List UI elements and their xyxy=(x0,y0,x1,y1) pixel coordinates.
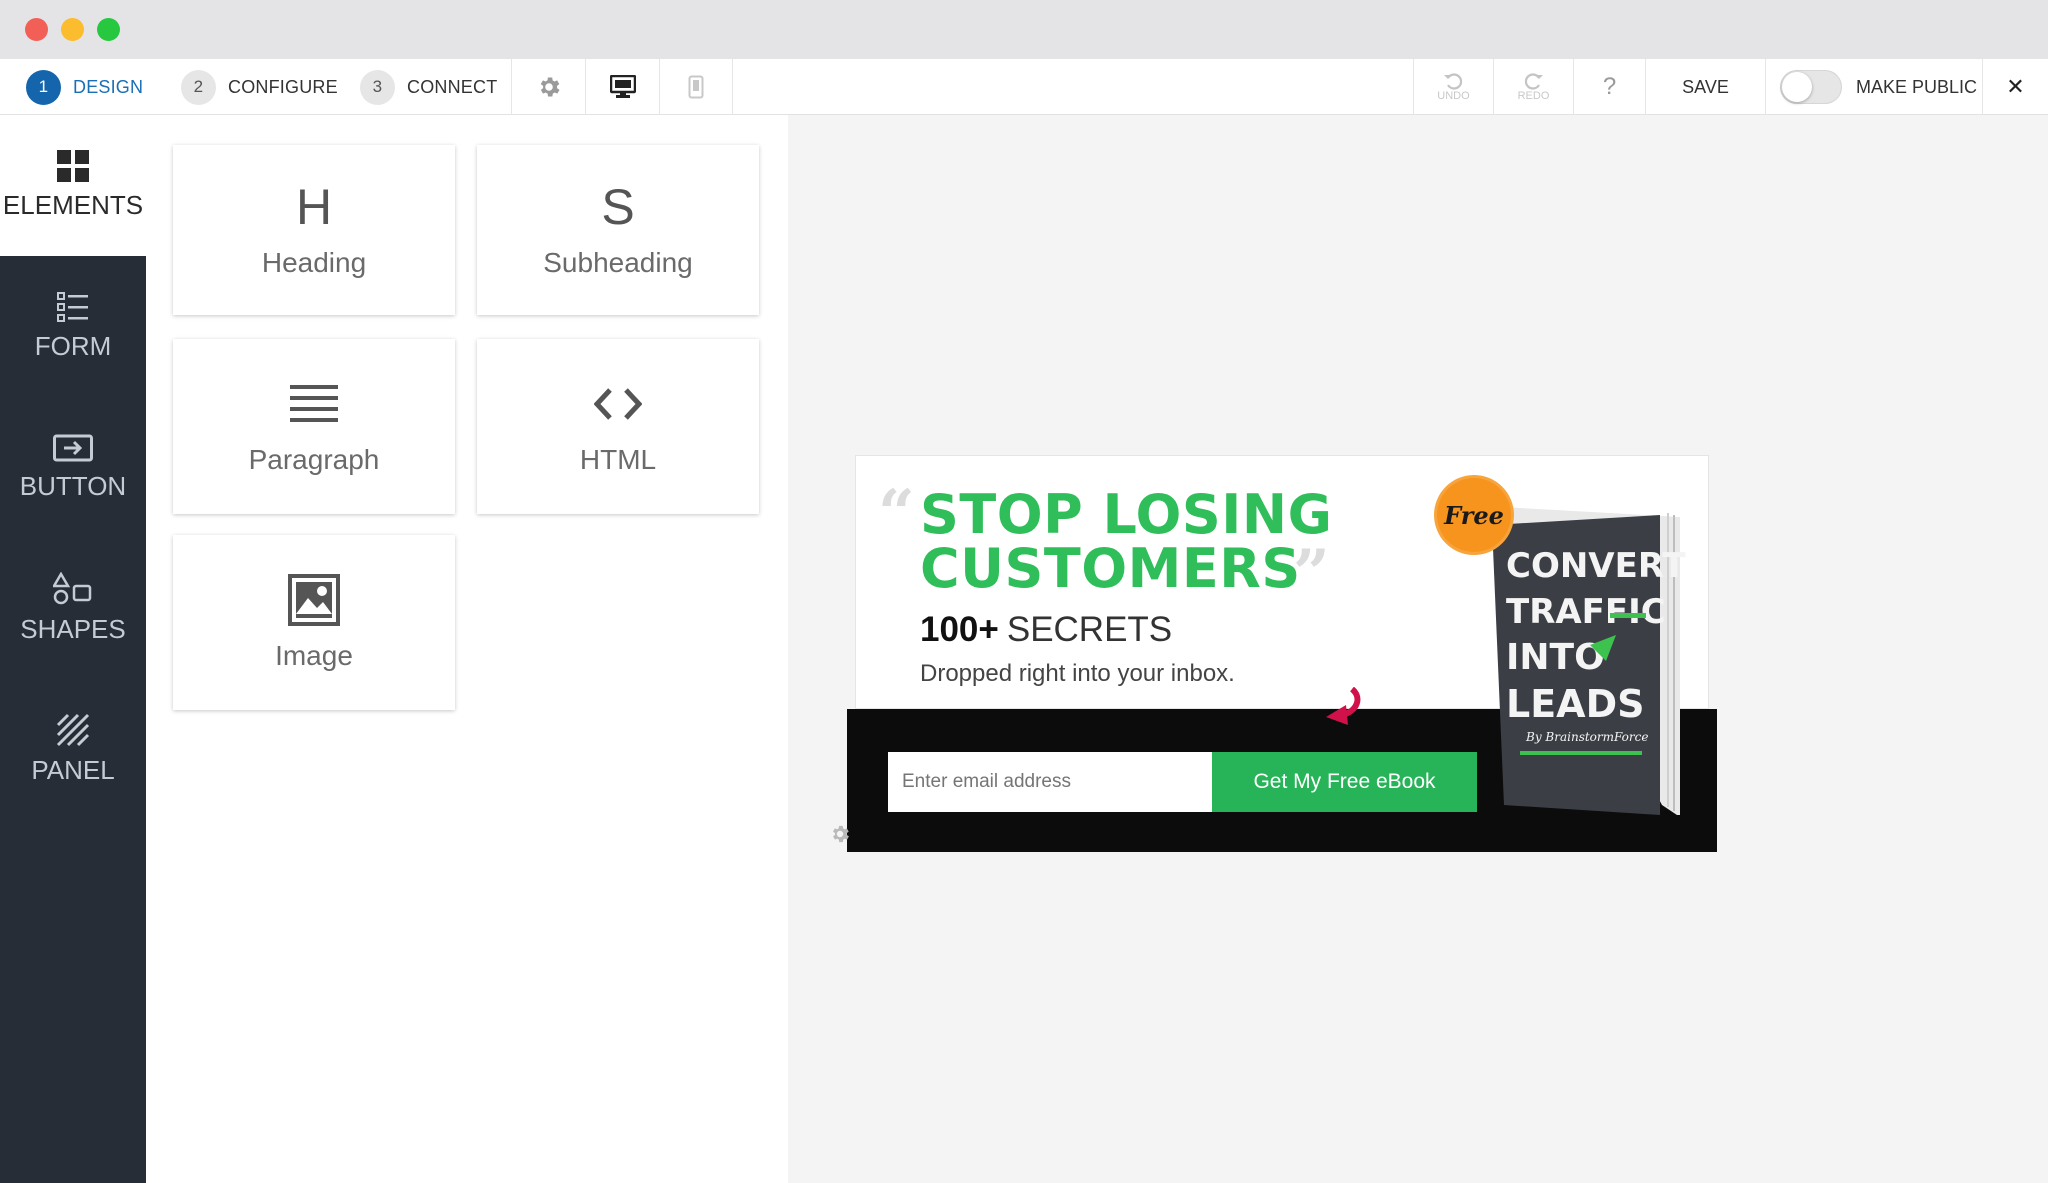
code-brackets-icon xyxy=(594,387,642,420)
minimize-window-button[interactable] xyxy=(61,18,84,41)
paragraph-lines-icon xyxy=(290,384,338,422)
save-button[interactable]: SAVE xyxy=(1645,59,1765,115)
sidebar-item-form[interactable]: FORM xyxy=(0,256,146,397)
undo-icon xyxy=(1444,73,1463,90)
save-label: SAVE xyxy=(1682,76,1729,97)
element-subheading[interactable]: S Subheading xyxy=(477,145,759,315)
desktop-view-button[interactable] xyxy=(585,59,659,115)
email-input[interactable] xyxy=(888,752,1213,812)
mobile-view-button[interactable] xyxy=(659,59,733,115)
sidebar-item-panel[interactable]: PANEL xyxy=(0,679,146,820)
sidebar-item-label: SHAPES xyxy=(20,614,126,644)
step-number: 3 xyxy=(360,69,395,105)
optin-description[interactable]: Dropped right into your inbox. xyxy=(920,660,1235,688)
left-sidebar: ELEMENTS FORM BUTTON SHAPES PANEL xyxy=(0,115,146,1183)
headline-line: CUSTOMERS xyxy=(920,537,1301,600)
mobile-icon xyxy=(688,75,704,99)
book-title-line: LEADS xyxy=(1506,682,1645,726)
close-icon: ✕ xyxy=(2006,74,2025,99)
book-title-line: TRAFFIC xyxy=(1506,592,1666,632)
element-label: Subheading xyxy=(543,247,693,278)
zoom-window-button[interactable] xyxy=(97,18,120,41)
book-author: By BrainstormForce xyxy=(1525,730,1648,744)
sub-bold: 100+ xyxy=(920,610,999,649)
step-number: 1 xyxy=(26,69,61,105)
optin-subheading[interactable]: 100+ SECRETS xyxy=(920,610,1172,650)
sidebar-item-label: BUTTON xyxy=(19,471,127,501)
undo-label: UNDO xyxy=(1437,90,1470,102)
desktop-icon xyxy=(609,75,636,98)
ebook-cover-image: CONVERT TRAFFIC INTO LEADS By Brainstorm… xyxy=(1492,507,1687,815)
image-icon xyxy=(288,573,340,626)
redo-button[interactable]: REDO xyxy=(1493,59,1573,115)
step-number: 2 xyxy=(181,69,216,105)
headline-line: STOP LOSING xyxy=(920,483,1333,546)
settings-button[interactable] xyxy=(511,59,585,115)
step-design[interactable]: 1 DESIGN xyxy=(26,59,143,115)
sidebar-item-label: PANEL xyxy=(31,755,115,785)
step-label: CONFIGURE xyxy=(228,76,338,97)
optin-headline[interactable]: STOP LOSING CUSTOMERS xyxy=(920,488,1332,596)
redo-icon xyxy=(1524,73,1543,90)
panel-hatch-icon xyxy=(56,713,90,747)
element-heading[interactable]: H Heading xyxy=(173,145,455,315)
top-toolbar: 1 DESIGN 2 CONFIGURE 3 CONNECT UNDO REDO… xyxy=(0,59,2048,115)
redo-label: REDO xyxy=(1517,90,1550,102)
element-label: Image xyxy=(275,639,353,671)
window-title-bar xyxy=(0,0,2048,59)
element-label: HTML xyxy=(579,443,657,475)
heading-icon: H xyxy=(295,179,333,235)
element-image[interactable]: Image xyxy=(173,535,455,710)
help-icon: ? xyxy=(1602,73,1617,100)
free-badge: Free xyxy=(1437,478,1511,552)
close-editor-button[interactable]: ✕ xyxy=(1982,59,2048,115)
get-ebook-button[interactable]: Get My Free eBook xyxy=(1212,752,1477,812)
sidebar-item-label: FORM xyxy=(34,331,112,361)
help-button[interactable]: ? xyxy=(1573,59,1645,115)
step-connect[interactable]: 3 CONNECT xyxy=(360,59,497,115)
button-icon xyxy=(53,434,93,462)
element-html[interactable]: HTML xyxy=(477,339,759,514)
subheading-icon: S xyxy=(601,179,635,235)
step-configure[interactable]: 2 CONFIGURE xyxy=(181,59,338,115)
step-label: DESIGN xyxy=(73,76,144,97)
make-public-control: MAKE PUBLIC xyxy=(1765,59,1982,115)
sub-rest: SECRETS xyxy=(1006,610,1173,649)
sidebar-item-button[interactable]: BUTTON xyxy=(0,397,146,538)
step-label: CONNECT xyxy=(407,76,498,97)
book-title-line: CONVERT xyxy=(1506,546,1687,586)
book-title-line: INTO xyxy=(1506,637,1605,678)
gear-icon xyxy=(540,77,560,97)
sidebar-item-shapes[interactable]: SHAPES xyxy=(0,538,146,679)
element-label: Paragraph xyxy=(248,443,380,475)
make-public-label: MAKE PUBLIC xyxy=(1856,76,1978,97)
undo-button[interactable]: UNDO xyxy=(1413,59,1493,115)
shapes-icon xyxy=(53,572,92,605)
make-public-toggle[interactable] xyxy=(1780,70,1842,104)
toggle-knob xyxy=(1782,72,1812,102)
form-list-icon xyxy=(57,292,88,322)
element-label: Heading xyxy=(261,247,367,278)
sidebar-item-elements[interactable]: ELEMENTS xyxy=(0,115,146,256)
elements-panel: H Heading S Subheading Paragraph HTML Im… xyxy=(146,115,788,1183)
close-window-button[interactable] xyxy=(25,18,48,41)
grid-icon xyxy=(57,150,89,182)
close-quote-icon: ” xyxy=(1293,536,1330,611)
element-paragraph[interactable]: Paragraph xyxy=(173,339,455,514)
form-settings-gear-icon[interactable] xyxy=(829,823,851,845)
sidebar-item-label: ELEMENTS xyxy=(2,190,144,220)
open-quote-icon: “ xyxy=(878,476,915,551)
curved-arrow-icon xyxy=(1326,687,1361,725)
